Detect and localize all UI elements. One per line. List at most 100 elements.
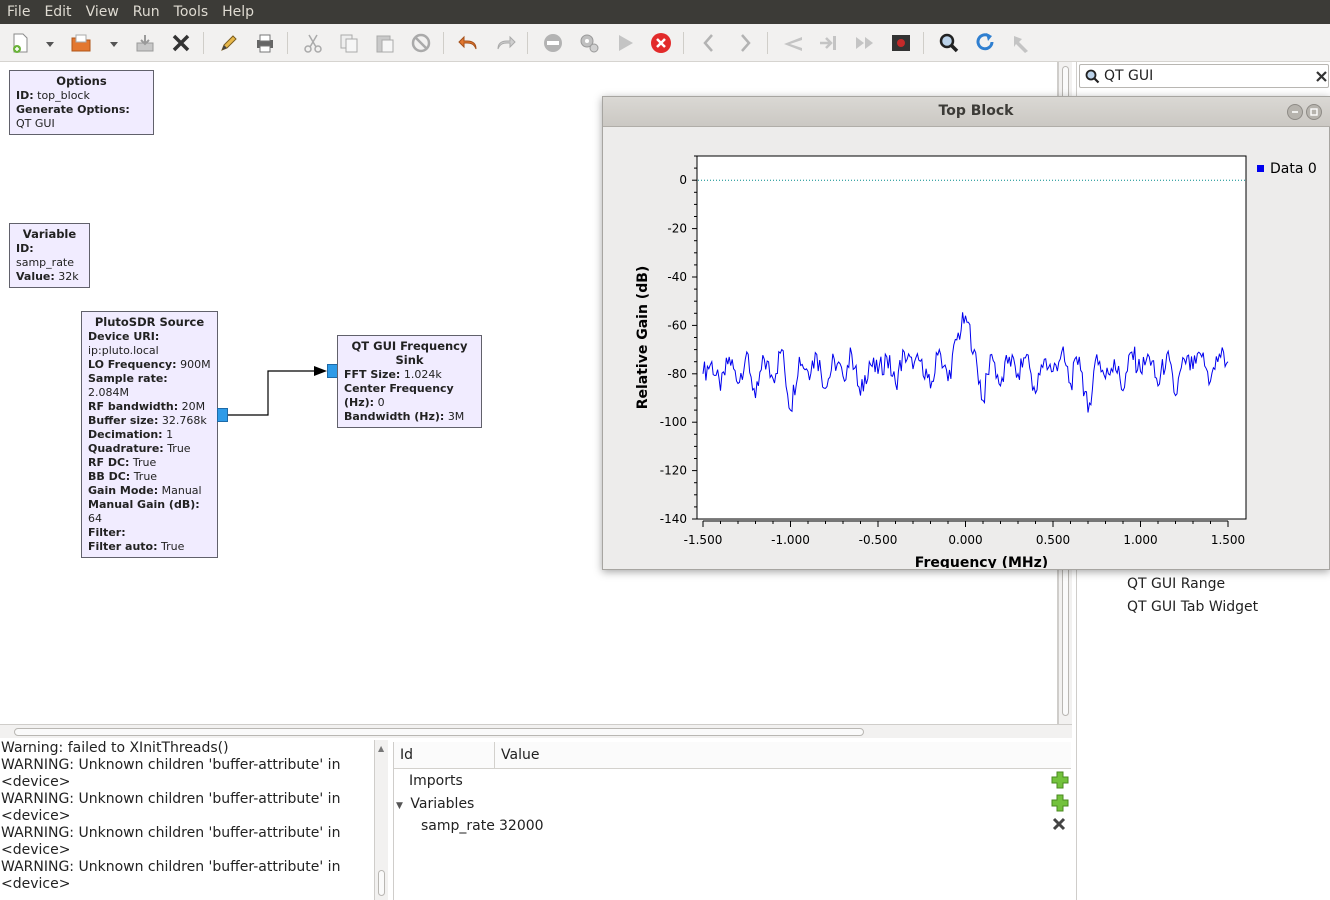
block-title: QT GUI Frequency Sink [351, 339, 468, 367]
expander-icon[interactable]: ▼ [396, 801, 403, 811]
kill-button[interactable] [647, 29, 675, 57]
redo-button[interactable] [491, 29, 519, 57]
tree-item-qt-gui-tab-widget[interactable]: QT GUI Tab Widget [1127, 599, 1258, 615]
forward-icon [741, 34, 751, 52]
scroll-thumb[interactable] [378, 870, 385, 896]
rotate-right-button[interactable] [815, 29, 843, 57]
reload-icon [976, 33, 994, 51]
block-search-input[interactable]: QT GUI [1079, 64, 1329, 88]
console-line: <device> [1, 774, 71, 790]
variable-name[interactable]: samp_rate [421, 815, 495, 837]
menu-view[interactable]: View [79, 0, 126, 24]
disable-button[interactable] [407, 29, 435, 57]
edit-icon [221, 35, 237, 51]
stop-sign-button[interactable] [539, 29, 567, 57]
fast-forward-button[interactable] [851, 29, 879, 57]
screen-capture-icon [892, 35, 910, 51]
clear-search-icon[interactable] [1316, 71, 1327, 82]
copy-icon [340, 34, 358, 53]
scroll-thumb[interactable] [14, 728, 864, 736]
column-id[interactable]: Id [394, 742, 495, 768]
execute-button[interactable] [611, 29, 639, 57]
remove-variable-icon[interactable] [1052, 817, 1066, 831]
toolbar-separator [923, 32, 924, 54]
play-icon [619, 35, 633, 51]
scroll-up-icon[interactable]: ▲ [378, 744, 384, 753]
variable-value[interactable]: 32000 [499, 815, 544, 837]
x-tick-label: 0.500 [1036, 533, 1070, 547]
top-block-window: Top Block 0 -20 -40 -60 -80 -100 -120 -140 -1.50… [602, 96, 1330, 570]
menu-help[interactable]: Help [215, 0, 261, 24]
generate-button[interactable] [575, 29, 603, 57]
canvas-horizontal-scrollbar[interactable] [0, 724, 1072, 738]
search-icon [1085, 69, 1100, 84]
y-axis-label: Relative Gain (dB) [635, 266, 651, 410]
open-button[interactable] [67, 29, 95, 57]
copy-button[interactable] [335, 29, 363, 57]
block-param: FFT Size: 1.024k [344, 368, 442, 381]
save-button[interactable] [131, 29, 159, 57]
x-tick-label: -0.500 [859, 533, 898, 547]
toolbar-separator [443, 32, 444, 54]
plot-area [696, 155, 1247, 520]
undo-button[interactable] [455, 29, 483, 57]
toolbar-separator [203, 32, 204, 54]
block-param: Gain Mode: Manual [88, 484, 202, 497]
add-variable-icon[interactable] [1051, 794, 1069, 812]
x-tick-label: 1.500 [1211, 533, 1245, 547]
toolbar-separator [767, 32, 768, 54]
add-import-icon[interactable] [1051, 771, 1069, 789]
redo-icon [497, 35, 516, 50]
x-tick-label: 1.000 [1123, 533, 1157, 547]
close-icon [172, 34, 190, 52]
find-button[interactable] [935, 29, 963, 57]
x-tick-label: 0.000 [948, 533, 982, 547]
disable-icon [411, 33, 431, 53]
rotate-right-icon [820, 36, 836, 50]
column-value[interactable]: Value [495, 742, 539, 768]
imports-row[interactable]: Imports [409, 770, 463, 792]
cut-icon [304, 34, 322, 53]
new-dropdown-icon[interactable] [46, 40, 54, 48]
edit-button[interactable] [215, 29, 243, 57]
close-button[interactable] [167, 29, 195, 57]
window-title: Top Block [938, 103, 1014, 119]
y-tick-label: -20 [667, 222, 687, 236]
paste-button[interactable] [371, 29, 399, 57]
qt-gui-frequency-sink-block[interactable]: QT GUI Frequency Sink FFT Size: 1.024k Ce… [337, 335, 482, 428]
stop-sign-icon [544, 34, 562, 52]
toolbar-separator [287, 32, 288, 54]
menu-run[interactable]: Run [126, 0, 167, 24]
variables-header: Id Value [394, 742, 1071, 769]
menu-tools[interactable]: Tools [167, 0, 216, 24]
forward-button[interactable] [731, 29, 759, 57]
y-tick-label: -120 [660, 464, 687, 478]
block-param: Center Frequency (Hz): 0 [344, 382, 454, 409]
tree-item-qt-gui-range[interactable]: QT GUI Range [1127, 576, 1225, 592]
cut-button[interactable] [299, 29, 327, 57]
screen-capture-button[interactable] [887, 29, 915, 57]
menu-file[interactable]: File [0, 0, 37, 24]
rotate-left-button[interactable] [779, 29, 807, 57]
rotate-left-icon [784, 37, 802, 51]
variables-row[interactable]: ▼ Variables [396, 793, 474, 815]
new-icon [13, 33, 28, 53]
minimize-button[interactable] [1287, 104, 1303, 120]
console-scrollbar[interactable]: ▲ [374, 740, 388, 900]
back-button[interactable] [695, 29, 723, 57]
block-param: Filter: [88, 526, 126, 539]
console-line: <device> [1, 808, 71, 824]
frequency-plot[interactable]: 0 -20 -40 -60 -80 -100 -120 -140 -1.500 -1.000 -0.… [603, 128, 1329, 568]
window-titlebar[interactable]: Top Block [603, 97, 1330, 127]
menu-edit[interactable]: Edit [37, 0, 78, 24]
new-button[interactable] [6, 29, 34, 57]
reload-button[interactable] [971, 29, 999, 57]
arrow-button[interactable] [1007, 29, 1035, 57]
toolbar-separator [683, 32, 684, 54]
console-output[interactable]: Warning: failed to XInitThreads() WARNING… [0, 740, 374, 900]
print-button[interactable] [251, 29, 279, 57]
maximize-button[interactable] [1306, 104, 1322, 120]
block-param: Filter auto: True [88, 540, 185, 553]
open-dropdown-icon[interactable] [110, 40, 118, 48]
search-value: QT GUI [1104, 68, 1154, 84]
